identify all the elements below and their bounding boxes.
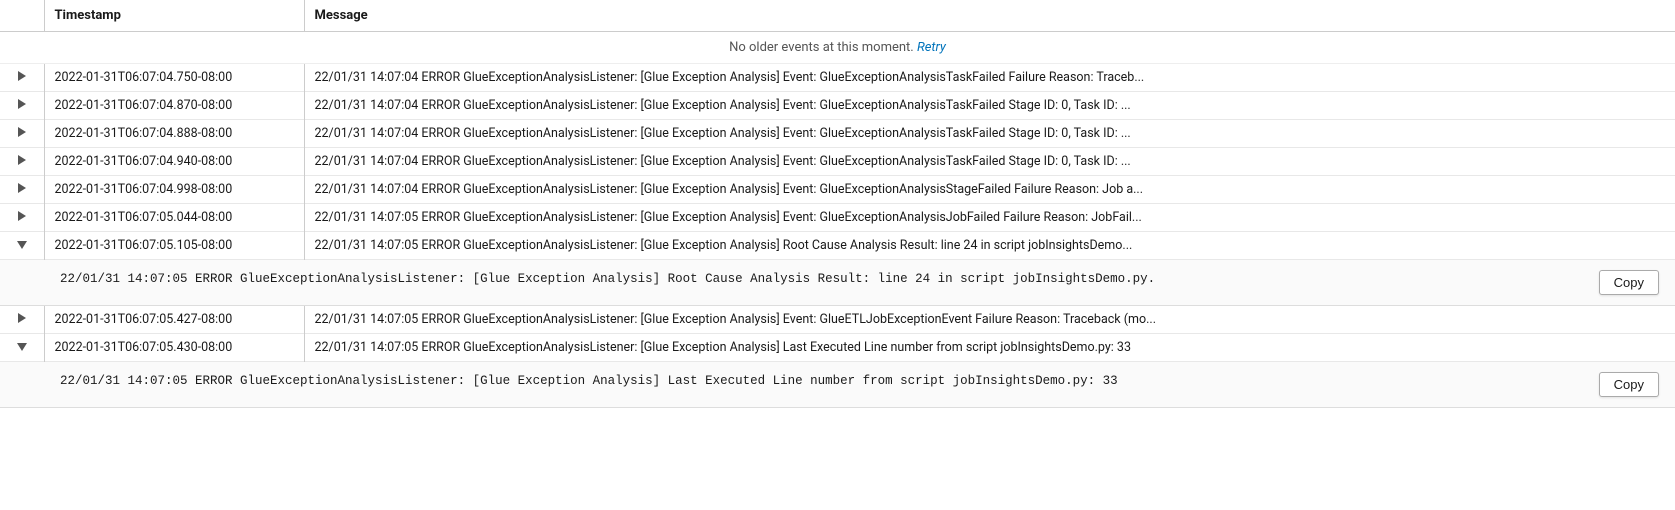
message-cell: 22/01/31 14:07:04 ERROR GlueExceptionAna… (304, 176, 1675, 204)
timestamp-cell: 2022-01-31T06:07:05.430-08:00 (44, 334, 304, 362)
table-row: 2022-01-31T06:07:04.888-08:00 22/01/31 1… (0, 120, 1675, 148)
message-cell: 22/01/31 14:07:05 ERROR GlueExceptionAna… (304, 334, 1675, 362)
message-header: Message (304, 0, 1675, 32)
expanded-detail-row: 22/01/31 14:07:05 ERROR GlueExceptionAna… (0, 260, 1675, 306)
message-cell: 22/01/31 14:07:05 ERROR GlueExceptionAna… (304, 204, 1675, 232)
table-row: 2022-01-31T06:07:04.750-08:00 22/01/31 1… (0, 64, 1675, 92)
message-cell: 22/01/31 14:07:05 ERROR GlueExceptionAna… (304, 306, 1675, 334)
timestamp-cell: 2022-01-31T06:07:04.870-08:00 (44, 92, 304, 120)
expand-icon (18, 313, 26, 323)
message-cell: 22/01/31 14:07:04 ERROR GlueExceptionAna… (304, 92, 1675, 120)
timestamp-cell: 2022-01-31T06:07:04.750-08:00 (44, 64, 304, 92)
expand-toggle[interactable] (0, 334, 44, 362)
timestamp-header: Timestamp (44, 0, 304, 32)
timestamp-cell: 2022-01-31T06:07:04.998-08:00 (44, 176, 304, 204)
table-row: 2022-01-31T06:07:04.870-08:00 22/01/31 1… (0, 92, 1675, 120)
no-older-events-row: No older events at this moment. Retry (0, 32, 1675, 64)
detail-text: 22/01/31 14:07:05 ERROR GlueExceptionAna… (60, 270, 1579, 295)
copy-button[interactable]: Copy (1599, 372, 1659, 397)
expand-icon (18, 71, 26, 81)
expand-toggle[interactable] (0, 120, 44, 148)
message-cell: 22/01/31 14:07:04 ERROR GlueExceptionAna… (304, 148, 1675, 176)
expand-toggle[interactable] (0, 64, 44, 92)
expand-icon (18, 211, 26, 221)
expand-icon (18, 155, 26, 165)
expand-icon (18, 99, 26, 109)
expanded-detail-row: 22/01/31 14:07:05 ERROR GlueExceptionAna… (0, 362, 1675, 408)
expand-toggle[interactable] (0, 176, 44, 204)
expand-toggle[interactable] (0, 306, 44, 334)
expand-toggle[interactable] (0, 92, 44, 120)
table-row: 2022-01-31T06:07:05.105-08:00 22/01/31 1… (0, 232, 1675, 260)
expand-header-col (0, 0, 44, 32)
timestamp-cell: 2022-01-31T06:07:05.427-08:00 (44, 306, 304, 334)
table-row: 2022-01-31T06:07:05.427-08:00 22/01/31 1… (0, 306, 1675, 334)
retry-link[interactable]: Retry (917, 40, 946, 55)
table-row: 2022-01-31T06:07:05.430-08:00 22/01/31 1… (0, 334, 1675, 362)
table-row: 2022-01-31T06:07:04.998-08:00 22/01/31 1… (0, 176, 1675, 204)
message-cell: 22/01/31 14:07:05 ERROR GlueExceptionAna… (304, 232, 1675, 260)
expand-toggle[interactable] (0, 232, 44, 260)
copy-button[interactable]: Copy (1599, 270, 1659, 295)
timestamp-cell: 2022-01-31T06:07:05.105-08:00 (44, 232, 304, 260)
collapse-icon (17, 241, 27, 249)
no-older-text: No older events at this moment. (729, 40, 917, 55)
message-cell: 22/01/31 14:07:04 ERROR GlueExceptionAna… (304, 120, 1675, 148)
timestamp-cell: 2022-01-31T06:07:04.888-08:00 (44, 120, 304, 148)
expand-toggle[interactable] (0, 204, 44, 232)
detail-text: 22/01/31 14:07:05 ERROR GlueExceptionAna… (60, 372, 1579, 397)
message-cell: 22/01/31 14:07:04 ERROR GlueExceptionAna… (304, 64, 1675, 92)
expand-toggle[interactable] (0, 148, 44, 176)
table-row: 2022-01-31T06:07:05.044-08:00 22/01/31 1… (0, 204, 1675, 232)
collapse-icon (17, 343, 27, 351)
table-row: 2022-01-31T06:07:04.940-08:00 22/01/31 1… (0, 148, 1675, 176)
timestamp-cell: 2022-01-31T06:07:05.044-08:00 (44, 204, 304, 232)
expand-icon (18, 127, 26, 137)
timestamp-cell: 2022-01-31T06:07:04.940-08:00 (44, 148, 304, 176)
table-header: Timestamp Message (0, 0, 1675, 32)
expand-icon (18, 183, 26, 193)
